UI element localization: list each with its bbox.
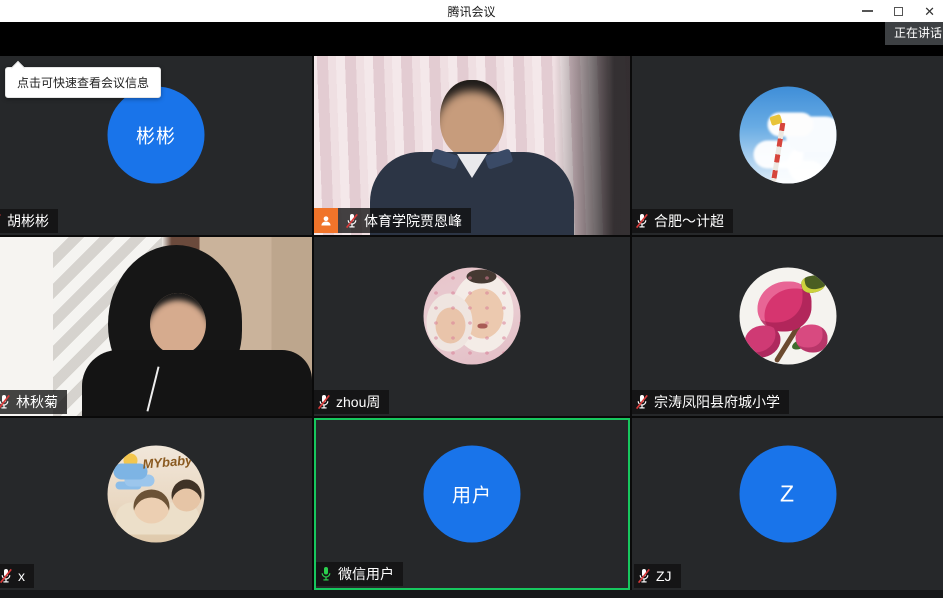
mic-muted-icon: [635, 394, 649, 410]
close-icon[interactable]: ✕: [924, 5, 935, 18]
baby-face: [134, 489, 170, 523]
minimize-icon[interactable]: [862, 10, 873, 12]
name-label: 宗涛凤阳县府城小学: [632, 390, 789, 414]
butterfly-shape: [799, 273, 826, 295]
meeting-info-tooltip[interactable]: 点击可快速查看会议信息: [5, 67, 161, 98]
participant-tile-8[interactable]: 用户 微信用户: [314, 418, 630, 590]
baby-face: [172, 479, 202, 511]
avatar-caption: MYbaby: [142, 452, 193, 471]
avatar-initials: 用户: [452, 480, 492, 507]
name-label: 合肥～计超: [632, 209, 733, 233]
participant-name: 林秋菊: [16, 392, 58, 412]
mic-muted-icon: [345, 213, 359, 229]
video-person-body: [82, 350, 312, 416]
participant-name: ZJ: [656, 568, 672, 584]
mic-muted-icon: [0, 568, 13, 584]
participant-name: 微信用户: [338, 564, 394, 584]
pink-flower: [744, 325, 780, 357]
participant-name: zhou周: [336, 392, 380, 412]
babies-photo-avatar: [424, 267, 521, 364]
name-label: x: [0, 564, 34, 588]
participant-name: 宗涛凤阳县府城小学: [654, 392, 780, 412]
window-controls: ✕: [862, 0, 935, 22]
mic-muted-icon: [637, 568, 651, 584]
maximize-icon[interactable]: [894, 7, 903, 16]
mic-muted-icon: [0, 213, 2, 229]
pink-flower: [795, 324, 827, 352]
participant-grid: 彬彬 胡彬彬: [0, 56, 943, 590]
name-label: ZJ: [634, 564, 681, 588]
top-toolbar-strip: 正在讲话: [0, 22, 943, 56]
video-person-head: [440, 80, 504, 158]
name-label: 体育学院贾恩峰: [314, 208, 471, 233]
mic-muted-icon: [317, 394, 331, 410]
participant-tile-3[interactable]: 合肥～计超: [632, 56, 943, 235]
sky-photo-avatar: [739, 86, 836, 183]
name-label: 林秋菊: [0, 390, 67, 414]
flowers-photo-avatar: [739, 267, 836, 364]
initials-avatar: 用户: [424, 445, 521, 542]
host-person-icon: [314, 208, 338, 233]
participant-tile-2[interactable]: 体育学院贾恩峰: [314, 56, 630, 235]
participant-tile-6[interactable]: 宗涛凤阳县府城小学: [632, 237, 943, 416]
mic-muted-icon: [0, 394, 11, 410]
avatar-initials: Z: [780, 480, 795, 507]
initials-avatar: Z: [739, 445, 836, 542]
participant-name: 体育学院贾恩峰: [364, 211, 462, 231]
speaking-status-badge: 正在讲话: [885, 22, 943, 45]
avatar-initials: 彬彬: [136, 121, 176, 148]
participant-name: 胡彬彬: [7, 211, 49, 231]
heart-pattern: [424, 267, 521, 364]
mybaby-photo-avatar: MYbaby: [108, 445, 205, 542]
name-label: 胡彬彬: [0, 209, 58, 233]
participant-tile-7[interactable]: MYbaby x: [0, 418, 312, 590]
initials-avatar: 彬彬: [108, 86, 205, 183]
participant-tile-5[interactable]: zhou周: [314, 237, 630, 416]
participant-name: 合肥～计超: [654, 211, 724, 231]
participant-tile-4[interactable]: 林秋菊: [0, 237, 312, 416]
mic-muted-icon: [635, 213, 649, 229]
video-person-face: [150, 293, 206, 355]
mic-active-icon: [319, 566, 333, 582]
window-bottom-edge: [0, 590, 943, 598]
participant-name: x: [18, 568, 25, 584]
participant-tile-9[interactable]: Z ZJ: [632, 418, 943, 590]
name-label: zhou周: [314, 390, 389, 414]
name-label: 微信用户: [316, 562, 403, 586]
window-title: 腾讯会议: [447, 3, 495, 20]
window-titlebar: 腾讯会议 ✕: [0, 0, 943, 22]
